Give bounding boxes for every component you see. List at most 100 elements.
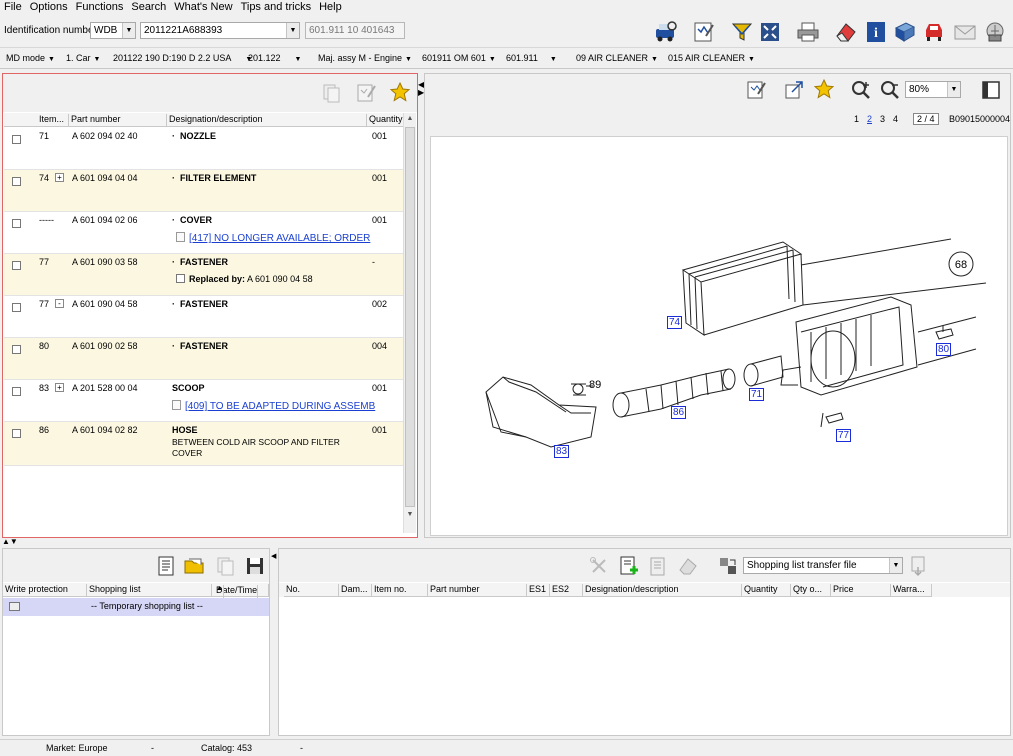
table-row[interactable]: 74 + A 601 094 04 04 · FILTER ELEMENT 001 <box>4 170 404 212</box>
list-document-icon[interactable] <box>155 555 177 577</box>
crumb-model[interactable]: 201122 190 D:190 D 2.2 USA ▼ <box>113 53 252 63</box>
row-checkbox[interactable] <box>12 387 21 396</box>
fullscreen-icon[interactable] <box>758 20 782 44</box>
col-warranty[interactable]: Warra... <box>891 584 932 597</box>
arrow-down-icon[interactable]: ▼ <box>404 509 416 521</box>
open-external-icon[interactable] <box>783 79 805 101</box>
table-row[interactable]: 77 A 601 090 03 58 · FASTENER - Replaced … <box>4 254 404 296</box>
favorite-star-icon[interactable] <box>813 78 835 100</box>
menu-functions[interactable]: Functions <box>72 0 128 14</box>
crumb-engine[interactable]: 601911 OM 601 ▼ <box>422 53 496 63</box>
menu-whats-new[interactable]: What's New <box>170 0 236 14</box>
col-date-time[interactable]: Date/Time ▲ <box>212 584 269 598</box>
table-row[interactable]: 86 A 601 094 02 82 HOSE 001 BETWEEN COLD… <box>4 422 404 466</box>
page-link[interactable]: 1 <box>854 114 859 124</box>
add-document-icon[interactable] <box>617 555 639 577</box>
col-shopping-list[interactable]: Shopping list <box>87 584 212 597</box>
splitter-arrows-icon[interactable]: ▲▼ <box>2 537 18 546</box>
menu-options[interactable]: Options <box>26 0 72 14</box>
zoom-select[interactable]: 80% ▼ <box>905 81 961 98</box>
collapse-left-icon[interactable]: ◀ <box>271 552 276 560</box>
col-es2[interactable]: ES2 <box>550 584 583 597</box>
vin-prefix-select[interactable]: WDB ▼ <box>90 22 136 39</box>
table-row[interactable]: 83 + A 201 528 00 04 SCOOP 001 [409] TO … <box>4 380 404 422</box>
collapse-toggle[interactable]: - <box>55 299 64 308</box>
expand-toggle[interactable]: + <box>55 173 64 182</box>
network-icon[interactable] <box>983 20 1007 44</box>
vertical-scrollbar[interactable]: ▲ ▼ <box>403 113 416 533</box>
table-row[interactable]: 71 A 602 094 02 40 · NOZZLE 001 <box>4 128 404 170</box>
row-checkbox[interactable] <box>12 135 21 144</box>
crumb-car[interactable]: 1. Car ▼ <box>66 53 100 63</box>
print-icon[interactable] <box>796 20 820 44</box>
col-part-number[interactable]: Part number <box>428 584 527 597</box>
page-link[interactable]: 3 <box>880 114 885 124</box>
table-row[interactable]: ----- A 601 094 02 06 · COVER 001 [417] N… <box>4 212 404 254</box>
eraser-icon[interactable] <box>834 20 858 44</box>
callout-74[interactable]: 74 <box>667 316 683 329</box>
page-link[interactable]: 4 <box>893 114 898 124</box>
footnote-link[interactable]: [409] TO BE ADAPTED DURING ASSEMB <box>172 400 375 412</box>
favorite-star-icon[interactable] <box>389 81 411 103</box>
edit-notes-icon[interactable] <box>692 20 716 44</box>
row-checkbox[interactable] <box>12 219 21 228</box>
col-quantity[interactable]: Quantity <box>742 584 791 597</box>
col-price[interactable]: Price <box>831 584 891 597</box>
table-row[interactable]: 80 A 601 090 02 58 · FASTENER 004 <box>4 338 404 380</box>
col-damage[interactable]: Dam... <box>339 584 372 597</box>
vehicle-search-icon[interactable] <box>654 20 678 44</box>
crumb-group[interactable]: 09 AIR CLEANER ▼ <box>576 53 658 63</box>
export-icon[interactable] <box>907 555 929 577</box>
table-row[interactable]: 77 - A 601 090 04 58 · FASTENER 002 <box>4 296 404 338</box>
row-checkbox[interactable] <box>12 429 21 438</box>
col-no[interactable]: No. <box>284 584 339 597</box>
col-item[interactable]: Item... <box>37 114 69 127</box>
col-designation[interactable]: Designation/description <box>167 114 367 127</box>
filter-icon[interactable] <box>730 20 754 44</box>
callout-83[interactable]: 83 <box>554 445 570 458</box>
save-icon[interactable] <box>244 555 266 577</box>
zoom-in-icon[interactable] <box>850 79 872 101</box>
vin-input[interactable]: 2011221A688393 ▼ <box>140 22 300 39</box>
menu-search[interactable]: Search <box>127 0 170 14</box>
panel-toggle-icon[interactable] <box>980 79 1002 101</box>
transfer-file-select[interactable]: Shopping list transfer file ▼ <box>743 557 903 574</box>
row-checkbox[interactable] <box>12 261 21 270</box>
zoom-out-icon[interactable] <box>879 79 901 101</box>
scroll-thumb[interactable] <box>405 127 415 507</box>
row-checkbox[interactable] <box>12 303 21 312</box>
col-item-no[interactable]: Item no. <box>372 584 428 597</box>
tools-icon[interactable] <box>588 555 610 577</box>
horizontal-splitter[interactable]: ▲▼ <box>0 537 1013 547</box>
crumb-engine-code[interactable]: 601.911 ▼ <box>506 53 557 63</box>
eraser-icon[interactable] <box>677 555 699 577</box>
menu-help[interactable]: Help <box>315 0 346 14</box>
manual-book-icon[interactable] <box>893 20 917 44</box>
menu-file[interactable]: File <box>0 0 26 14</box>
col-qty-ordered[interactable]: Qty o... <box>791 584 831 597</box>
crumb-chassis[interactable]: 201.122 ▼ <box>248 53 301 63</box>
menu-tips-and-tricks[interactable]: Tips and tricks <box>237 0 316 14</box>
crumb-md-mode[interactable]: MD mode ▼ <box>6 53 55 63</box>
callout-80[interactable]: 80 <box>936 343 952 356</box>
crumb-subgroup[interactable]: 015 AIR CLEANER ▼ <box>668 53 755 63</box>
col-es1[interactable]: ES1 <box>527 584 550 597</box>
vehicle-red-icon[interactable] <box>922 20 946 44</box>
row-checkbox[interactable] <box>12 345 21 354</box>
list-item[interactable]: -- Temporary shopping list -- <box>3 598 269 616</box>
col-quantity[interactable]: Quantity <box>367 114 404 127</box>
copy-icon[interactable] <box>214 555 236 577</box>
crumb-major-assembly[interactable]: Maj. assy M - Engine ▼ <box>318 53 412 63</box>
copy-icon[interactable] <box>320 82 342 104</box>
footnote-link[interactable]: [417] NO LONGER AVAILABLE; ORDER <box>176 232 370 244</box>
row-checkbox[interactable] <box>12 177 21 186</box>
col-write-protection[interactable]: Write protection <box>3 584 87 597</box>
col-designation[interactable]: Designation/description <box>583 584 742 597</box>
parts-diagram[interactable]: 68 89 74 71 86 83 80 77 <box>430 136 1008 536</box>
transfer-icon[interactable] <box>717 555 739 577</box>
callout-86[interactable]: 86 <box>671 406 687 419</box>
page-link-current[interactable]: 2 <box>867 114 872 124</box>
mail-icon[interactable] <box>953 20 977 44</box>
callout-71[interactable]: 71 <box>749 388 765 401</box>
document-icon[interactable] <box>647 555 669 577</box>
